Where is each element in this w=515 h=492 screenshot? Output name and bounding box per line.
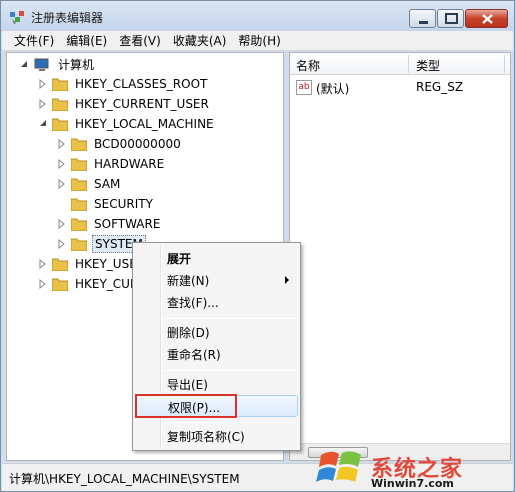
regedit-icon [9, 9, 25, 25]
string-value-icon: ab [296, 80, 312, 95]
watermark: 系统之家 Winwin7.com [311, 441, 514, 491]
menu-item-find[interactable]: 查找(F)... [135, 291, 298, 313]
value-type: REG_SZ [416, 80, 464, 94]
submenu-arrow-icon [285, 276, 289, 284]
tree-item-hkcr[interactable]: HKEY_CLASSES_ROOT [38, 74, 209, 93]
tree-label: SOFTWARE [94, 216, 161, 231]
tree-item-sam[interactable]: SAM [57, 174, 122, 193]
column-divider[interactable] [504, 55, 505, 73]
expand-arrow-icon[interactable] [57, 138, 67, 149]
close-button[interactable] [465, 9, 508, 28]
folder-icon [71, 157, 87, 171]
menu-item-rename[interactable]: 重命名(R) [135, 343, 298, 365]
registry-editor-window: 注册表编辑器 文件(F) 编辑(E) 查看(V) 收藏夹(A) 帮助(H) 计算… [0, 0, 515, 492]
collapse-arrow-icon[interactable] [38, 119, 48, 129]
title-bar: 注册表编辑器 [1, 1, 514, 31]
menu-item-label: 删除(D) [167, 326, 210, 340]
windows-logo-icon [316, 451, 361, 482]
folder-icon [52, 277, 68, 291]
column-header-name[interactable]: 名称 [296, 57, 320, 74]
folder-icon [71, 177, 87, 191]
menu-item-label: 新建(N) [167, 274, 210, 288]
expand-arrow-icon[interactable] [38, 258, 48, 269]
tree-label: HKEY_CLASSES_ROOT [75, 76, 208, 91]
status-path: 计算机\HKEY_LOCAL_MACHINE\SYSTEM [9, 472, 240, 486]
values-list-pane[interactable]: 名称 类型 ab (默认) REG_SZ [289, 52, 511, 461]
expand-arrow-icon[interactable] [57, 238, 67, 249]
tree-label: HKEY_USE [75, 256, 137, 271]
tree-item-hkcu[interactable]: HKEY_CURRENT_USER [38, 94, 211, 113]
menu-separator [163, 318, 296, 319]
no-expander [57, 199, 67, 209]
tree-label: HKEY_CUR [75, 276, 139, 291]
tree-item-hkcc[interactable]: HKEY_CUR [38, 274, 140, 293]
folder-icon [52, 97, 68, 111]
computer-icon [33, 57, 51, 73]
menu-help[interactable]: 帮助(H) [232, 32, 286, 49]
tree-item-hardware[interactable]: HARDWARE [57, 154, 166, 173]
menu-item-copy-key-name[interactable]: 复制项名称(C) [135, 425, 298, 447]
value-name: (默认) [316, 82, 350, 96]
expand-arrow-icon[interactable] [38, 98, 48, 109]
menu-item-delete[interactable]: 删除(D) [135, 321, 298, 343]
tree-label: SECURITY [94, 196, 153, 211]
folder-icon [71, 217, 87, 231]
expand-arrow-icon[interactable] [38, 278, 48, 289]
menu-item-export[interactable]: 导出(E) [135, 373, 298, 395]
folder-icon [71, 237, 87, 251]
menu-item-label: 查找(F)... [167, 296, 219, 310]
menu-item-new[interactable]: 新建(N) [135, 269, 298, 291]
column-divider[interactable] [408, 55, 409, 73]
menu-favorites[interactable]: 收藏夹(A) [167, 32, 233, 49]
menu-item-label: 重命名(R) [167, 348, 221, 362]
menu-file[interactable]: 文件(F) [8, 32, 60, 49]
context-menu: 展开 新建(N) 查找(F)... 删除(D) 重命名(R) 导出(E) 权限(… [132, 242, 301, 451]
tree-label: HKEY_LOCAL_MACHINE [75, 116, 214, 131]
list-header: 名称 类型 [290, 53, 510, 75]
expand-arrow-icon[interactable] [57, 158, 67, 169]
menu-item-expand[interactable]: 展开 [135, 247, 298, 269]
menu-separator [163, 370, 296, 371]
watermark-url: Winwin7.com [371, 477, 454, 490]
tree-label: HARDWARE [94, 156, 165, 171]
tree-label: HKEY_CURRENT_USER [75, 96, 209, 111]
folder-icon [52, 257, 68, 271]
menu-item-label: 复制项名称(C) [167, 430, 245, 444]
tree-item-bcd[interactable]: BCD00000000 [57, 134, 183, 153]
tree-item-hklm[interactable]: HKEY_LOCAL_MACHINE [38, 114, 216, 133]
expand-arrow-icon[interactable] [38, 78, 48, 89]
list-item[interactable]: ab (默认) REG_SZ [290, 79, 510, 97]
window-title: 注册表编辑器 [31, 11, 104, 25]
folder-icon [71, 137, 87, 151]
maximize-button[interactable] [437, 9, 464, 28]
tree-item-computer[interactable]: 计算机 [19, 55, 96, 74]
collapse-arrow-icon[interactable] [19, 60, 29, 70]
tree-item-hku[interactable]: HKEY_USE [38, 254, 139, 273]
menu-view[interactable]: 查看(V) [113, 32, 167, 49]
menu-edit[interactable]: 编辑(E) [60, 32, 113, 49]
expand-arrow-icon[interactable] [57, 178, 67, 189]
column-header-type[interactable]: 类型 [416, 57, 440, 74]
folder-icon [71, 197, 87, 211]
tree-label: BCD00000000 [94, 136, 181, 151]
menu-item-label: 展开 [167, 252, 192, 266]
open-folder-icon [52, 117, 68, 131]
tree-item-software[interactable]: SOFTWARE [57, 214, 162, 233]
expand-arrow-icon[interactable] [57, 218, 67, 229]
annotation-highlight [135, 394, 237, 418]
menu-bar: 文件(F) 编辑(E) 查看(V) 收藏夹(A) 帮助(H) [2, 31, 513, 51]
folder-icon [52, 77, 68, 91]
menu-item-label: 导出(E) [167, 378, 208, 392]
menu-separator [163, 422, 296, 423]
tree-item-security[interactable]: SECURITY [57, 194, 155, 213]
minimize-button[interactable] [409, 9, 436, 28]
tree-label: 计算机 [58, 58, 95, 72]
tree-label: SAM [94, 176, 121, 191]
